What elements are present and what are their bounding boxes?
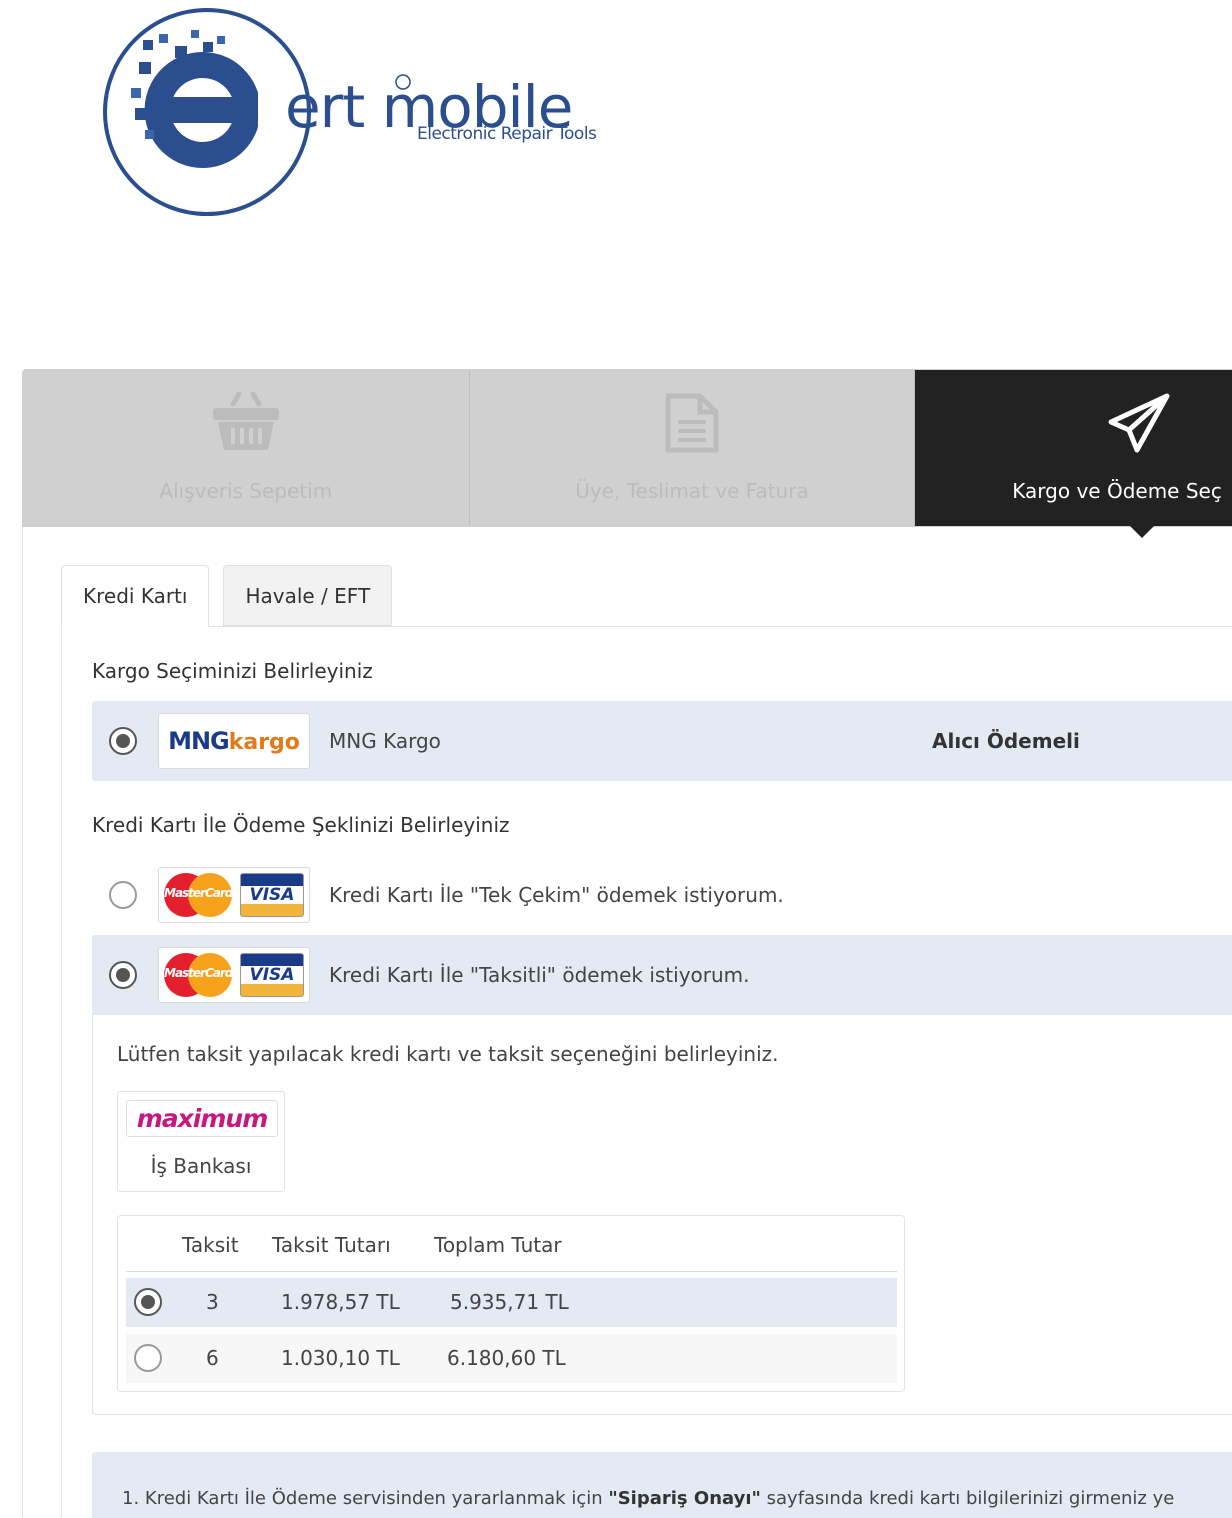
cargo-radio[interactable] [109, 727, 137, 755]
cargo-payment-type: Alıcı Ödemeli [932, 729, 1080, 753]
installment-note: Lütfen taksit yapılacak kredi kartı ve t… [117, 1042, 779, 1066]
info-text: 1. Kredi Kartı İle Ödeme servisinden yar… [122, 1488, 1175, 1509]
payment-radio-installment[interactable] [109, 961, 137, 989]
step-label: Üye, Teslimat ve Fatura [575, 479, 809, 503]
installment-amount: 1.978,57 TL [281, 1290, 400, 1314]
step-member-delivery[interactable]: Üye, Teslimat ve Fatura [468, 370, 915, 526]
mng-kargo-logo: MNGkargo [158, 713, 310, 769]
payment-option-single[interactable]: MasterCard VISA Kredi Kartı İle "Tek Çek… [92, 855, 1232, 935]
document-icon [664, 390, 720, 456]
payment-radio-single[interactable] [109, 881, 137, 909]
card-logos: MasterCard VISA [158, 867, 310, 923]
installment-count: 3 [206, 1290, 219, 1314]
tab-content-border [61, 626, 62, 1518]
payment-option-installment[interactable]: MasterCard VISA Kredi Kartı İle "Taksitl… [92, 935, 1232, 1015]
step-label: Alışveris Sepetim [159, 479, 333, 503]
card-logos: MasterCard VISA [158, 947, 310, 1003]
visa-icon: VISA [240, 953, 304, 997]
header-toplam-tutar: Toplam Tutar [434, 1233, 562, 1257]
info-box: 1. Kredi Kartı İle Ödeme servisinden yar… [92, 1452, 1232, 1518]
installment-total: 5.935,71 TL [450, 1290, 569, 1314]
visa-icon: VISA [240, 873, 304, 917]
mastercard-icon: MasterCard [164, 873, 233, 917]
installment-amount: 1.030,10 TL [281, 1346, 400, 1370]
table-row[interactable]: 6 1.030,10 TL 6.180,60 TL [126, 1334, 897, 1383]
installment-box: Lütfen taksit yapılacak kredi kartı ve t… [92, 1014, 1232, 1415]
step-label: Kargo ve Ödeme Seç [1012, 479, 1222, 503]
cargo-option-mng[interactable]: MNGkargo MNG Kargo Alıcı Ödemeli [92, 701, 1232, 781]
paper-plane-icon [1107, 390, 1171, 456]
table-header: Taksit Taksit Tutarı Toplam Tutar [126, 1216, 897, 1272]
payment-option-label: Kredi Kartı İle "Tek Çekim" ödemek istiy… [329, 883, 784, 907]
cargo-section-title: Kargo Seçiminizi Belirleyiniz [92, 659, 373, 683]
header-taksit-tutari: Taksit Tutarı [272, 1233, 391, 1257]
maximum-logo: maximum [126, 1100, 278, 1137]
step-shopping-cart[interactable]: Alışveris Sepetim [23, 370, 469, 526]
ert-mobile-logo[interactable]: ert mobile Electronic Repair Tools [95, 0, 655, 225]
payment-tabs: Kredi Kartı Havale / EFT [61, 565, 406, 627]
table-row[interactable]: 3 1.978,57 TL 5.935,71 TL [126, 1278, 897, 1327]
cargo-name: MNG Kargo [329, 729, 441, 753]
tab-bank-transfer[interactable]: Havale / EFT [223, 565, 393, 626]
installment-radio[interactable] [134, 1344, 162, 1372]
header-taksit: Taksit [182, 1233, 239, 1257]
installment-count: 6 [206, 1346, 219, 1370]
bank-card-isbank[interactable]: maximum İş Bankası [117, 1091, 285, 1192]
checkout-steps: Alışveris Sepetim Üye, Teslimat ve Fatur… [22, 369, 1232, 538]
mastercard-icon: MasterCard [164, 953, 233, 997]
tab-credit-card[interactable]: Kredi Kartı [61, 565, 210, 627]
payment-section-title: Kredi Kartı İle Ödeme Şeklinizi Belirley… [92, 813, 510, 837]
step-cargo-payment[interactable]: Kargo ve Ödeme Seç [914, 370, 1232, 538]
installment-table: Taksit Taksit Tutarı Toplam Tutar 3 1.97… [117, 1215, 905, 1392]
bank-name: İş Bankası [150, 1154, 252, 1178]
basket-icon [211, 390, 281, 456]
logo-tagline: Electronic Repair Tools [417, 124, 597, 144]
installment-total: 6.180,60 TL [447, 1346, 566, 1370]
installment-radio[interactable] [134, 1288, 162, 1316]
payment-panel: Kredi Kartı Havale / EFT Kargo Seçiminiz… [22, 527, 1232, 1518]
payment-option-label: Kredi Kartı İle "Taksitli" ödemek istiyo… [329, 963, 750, 987]
